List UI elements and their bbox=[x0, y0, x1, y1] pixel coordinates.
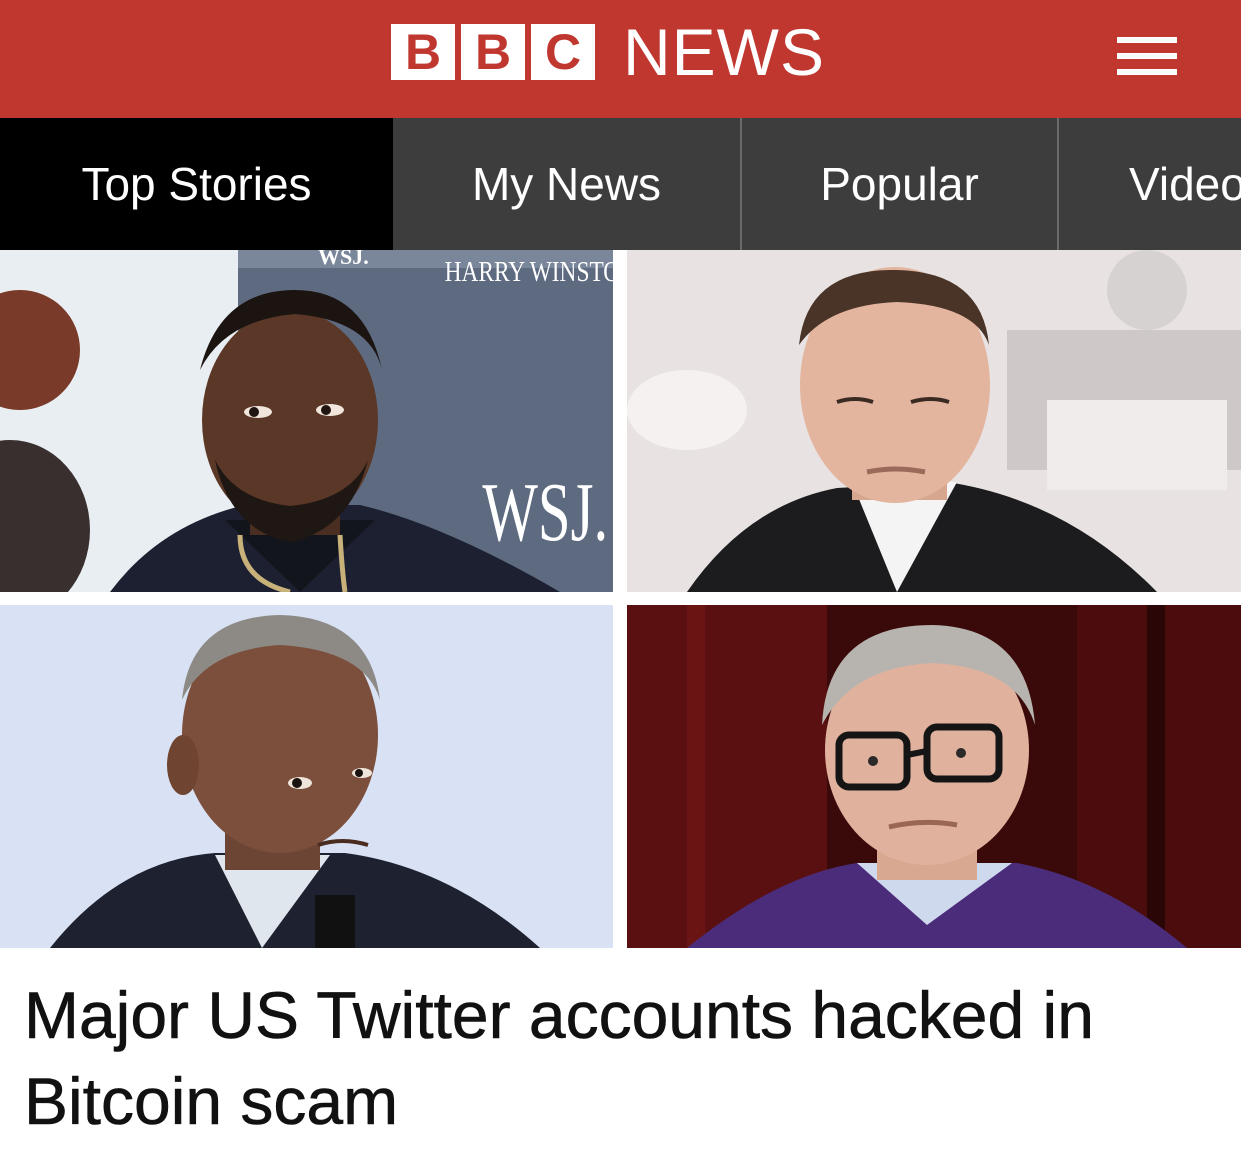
site-header: B B C NEWS bbox=[0, 0, 1241, 118]
article-headline[interactable]: Major US Twitter accounts hacked in Bitc… bbox=[24, 972, 1214, 1144]
section-nav: Top Stories My News Popular Video bbox=[0, 118, 1241, 250]
logo-letter-b1: B bbox=[391, 24, 455, 80]
logo-word-news: NEWS bbox=[623, 15, 825, 89]
photo-bottom-right[interactable] bbox=[627, 605, 1241, 948]
portrait-image: HARRY WINSTON WSJ. WSJ. bbox=[0, 250, 613, 592]
portrait-image bbox=[627, 605, 1241, 948]
photo-bottom-left[interactable] bbox=[0, 605, 613, 948]
logo-letter-b2: B bbox=[461, 24, 525, 80]
tab-video[interactable]: Video bbox=[1059, 118, 1241, 250]
tab-label: Video bbox=[1129, 158, 1241, 210]
sign-text-partial: WSJ. bbox=[318, 250, 369, 269]
sign-text: HARRY WINSTON bbox=[445, 256, 613, 288]
sign-logo: WSJ. bbox=[482, 465, 608, 559]
tab-label: Popular bbox=[820, 158, 979, 210]
tab-popular[interactable]: Popular bbox=[742, 118, 1059, 250]
hamburger-menu-icon[interactable] bbox=[1117, 37, 1177, 75]
portrait-image bbox=[627, 250, 1241, 592]
logo-letter-c: C bbox=[531, 24, 595, 80]
tab-label: Top Stories bbox=[81, 158, 312, 210]
bbc-news-logo[interactable]: B B C NEWS bbox=[391, 15, 825, 89]
tab-my-news[interactable]: My News bbox=[393, 118, 742, 250]
photo-top-right[interactable] bbox=[627, 250, 1241, 592]
tab-label: My News bbox=[471, 158, 662, 210]
photo-top-left[interactable]: HARRY WINSTON WSJ. WSJ. bbox=[0, 250, 613, 592]
tab-top-stories[interactable]: Top Stories bbox=[0, 118, 393, 250]
portrait-image bbox=[0, 605, 613, 948]
